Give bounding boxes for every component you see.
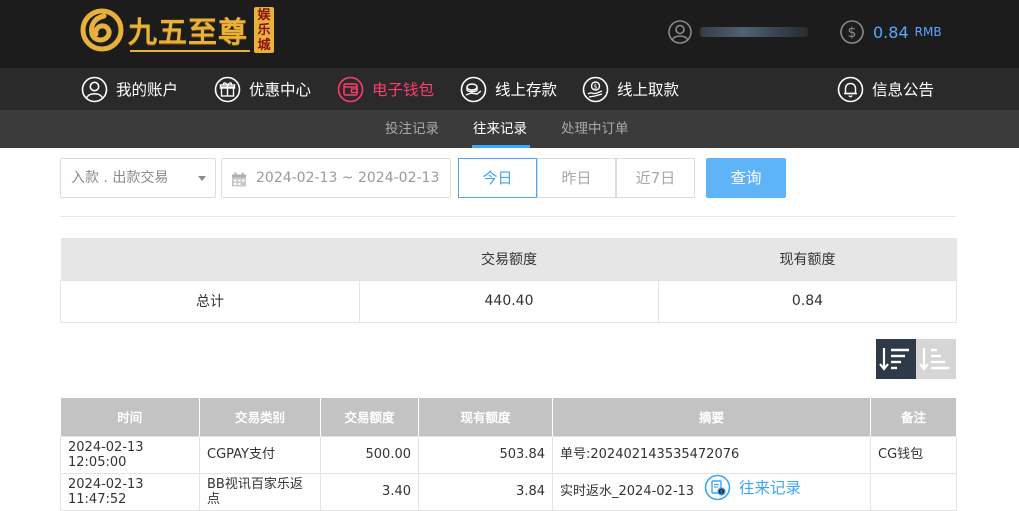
summary-total-row: 总计 440.40 0.84	[60, 279, 957, 323]
nav-label: 信息公告	[872, 81, 935, 99]
column-header-amount: 交易额度	[320, 398, 419, 436]
sub-nav: 投注记录 往来记录 处理中订单	[0, 110, 1019, 148]
logo-underline	[130, 50, 250, 52]
cell-remark	[870, 472, 957, 511]
last-7-days-button[interactable]: 近7日	[616, 158, 695, 198]
cell-balance: 3.84	[418, 472, 553, 511]
nav-item-e-wallet[interactable]: 电子钱包	[337, 68, 434, 110]
query-button[interactable]: 查询	[706, 158, 786, 198]
column-header-balance: 现有额度	[418, 398, 553, 436]
user-info[interactable]	[668, 18, 808, 46]
balance-value: 0.84	[873, 22, 909, 42]
cell-type: CGPAY支付	[199, 435, 321, 474]
nav-label: 线上取款	[617, 81, 680, 99]
nav-label: 我的账户	[116, 81, 179, 99]
records-header-row: 时间 交易类别 交易额度 现有额度 摘要 备注	[60, 398, 957, 436]
nav-label: 电子钱包	[372, 81, 435, 99]
transaction-type-select[interactable]: 入款 . 出款交易	[60, 158, 216, 198]
summary-total-label: 总计	[60, 279, 360, 323]
cell-time: 2024-02-13 12:05:00	[60, 435, 200, 474]
bell-icon	[837, 76, 864, 102]
column-header-time: 时间	[60, 398, 200, 436]
brand-name: 九五至尊	[128, 15, 249, 49]
main-nav: 我的账户 优惠中心 电子钱包 线上存款 $ 线上取款 $ 往来记录 信息公告	[0, 68, 1019, 500]
svg-text:$: $	[593, 82, 597, 90]
cell-amount: 3.40	[320, 472, 419, 511]
nav-item-online-withdraw[interactable]: $ 线上取款	[582, 68, 679, 110]
nav-label: 优惠中心	[249, 81, 312, 99]
transaction-type-value: 入款 . 出款交易	[71, 170, 169, 186]
active-tab-underline	[472, 145, 530, 148]
summary-header-cell: 现有额度	[658, 238, 957, 280]
cell-amount: 500.00	[320, 435, 419, 474]
records-table: 时间 交易类别 交易额度 现有额度 摘要 备注 2024-02-13 12:05…	[60, 398, 957, 511]
cell-summary: 实时返水_2024-02-13	[552, 472, 871, 511]
nav-item-announcements[interactable]: 信息公告	[837, 68, 934, 110]
withdraw-icon: $	[582, 76, 609, 102]
balance-currency: RMB	[914, 25, 942, 39]
summary-header-cell	[60, 238, 360, 280]
summary-table: 交易额度 现有额度 总计 440.40 0.84	[60, 238, 957, 323]
cell-balance: 503.84	[418, 435, 553, 474]
logo-mark-icon	[80, 8, 124, 52]
table-row: 2024-02-13 12:05:00 CGPAY支付 500.00 503.8…	[60, 435, 957, 474]
username-masked	[700, 27, 808, 37]
gift-icon	[214, 76, 241, 102]
summary-total-amount: 440.40	[359, 279, 659, 323]
nav-item-my-account[interactable]: 我的账户	[81, 68, 178, 110]
column-header-summary: 摘要	[552, 398, 871, 436]
dollar-coin-icon: $	[840, 20, 864, 44]
date-range-value: 2024-02-13 ~ 2024-02-13	[256, 170, 440, 186]
table-row: 2024-02-13 11:47:52 BB视讯百家乐返点 3.40 3.84 …	[60, 472, 957, 511]
cell-remark: CG钱包	[870, 435, 957, 474]
user-circle-icon	[81, 76, 108, 102]
user-avatar-icon	[668, 20, 692, 44]
date-range-input[interactable]: 2024-02-13 ~ 2024-02-13	[221, 158, 451, 198]
divider	[60, 216, 956, 217]
summary-header-row: 交易额度 现有额度	[60, 238, 957, 280]
tab-bet-records[interactable]: 投注记录	[385, 110, 439, 148]
nav-label: 线上存款	[495, 81, 558, 99]
nav-item-online-deposit[interactable]: 线上存款	[460, 68, 557, 110]
sort-descending-icon	[879, 348, 909, 371]
deposit-icon	[460, 76, 487, 102]
sort-descending-button[interactable]	[876, 339, 916, 379]
cell-type: BB视讯百家乐返点	[199, 472, 321, 511]
tab-transaction-records[interactable]: 往来记录	[473, 110, 527, 148]
top-bar: 九五至尊 娱乐城 $ 0.84 RMB	[0, 0, 1019, 68]
column-header-remark: 备注	[870, 398, 957, 436]
summary-header-cell: 交易额度	[359, 238, 659, 280]
tab-pending-orders[interactable]: 处理中订单	[561, 110, 629, 148]
nav-item-promotions[interactable]: 优惠中心	[214, 68, 311, 110]
wallet-icon	[337, 76, 364, 102]
cell-time: 2024-02-13 11:47:52	[60, 472, 200, 511]
sort-ascending-icon	[919, 348, 949, 371]
brand-logo[interactable]: 九五至尊 娱乐城	[80, 4, 275, 56]
summary-current-balance: 0.84	[658, 279, 957, 323]
brand-badge: 娱乐城	[254, 7, 275, 53]
chevron-down-icon	[198, 176, 206, 181]
column-header-type: 交易类别	[199, 398, 321, 436]
calendar-icon	[232, 172, 246, 187]
sort-ascending-button[interactable]	[916, 339, 956, 379]
balance-display: $ 0.84 RMB	[840, 18, 942, 46]
today-button[interactable]: 今日	[458, 158, 537, 198]
cell-summary: 单号:202402143535472076	[552, 435, 871, 474]
svg-text:$: $	[848, 25, 857, 41]
yesterday-button[interactable]: 昨日	[537, 158, 616, 198]
